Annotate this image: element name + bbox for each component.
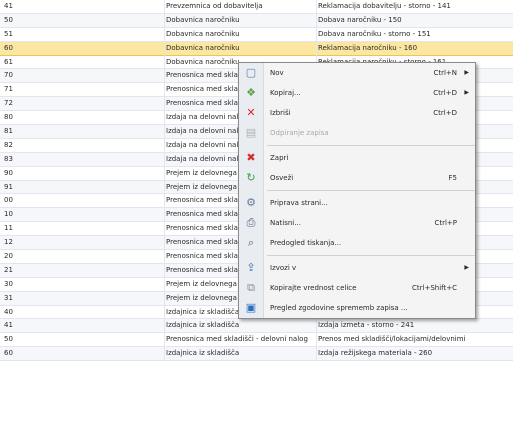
page-setup-icon: ⚙ (246, 196, 256, 209)
open-record-icon: ▤ (245, 126, 257, 139)
cell-code[interactable]: 11 (4, 222, 164, 235)
table-row[interactable]: 41 Prevzemnica od dobavitelja Reklamacija … (0, 0, 513, 14)
close-icon: ✖ (246, 151, 256, 164)
menu-item[interactable]: ▢ Nov Ctrl+N ▶ (239, 63, 475, 83)
cell-desc[interactable]: Dobava naročniku - storno - 151 (318, 28, 510, 41)
cell-code[interactable]: 21 (4, 264, 164, 277)
table-row[interactable]: 41 Izdajnica iz skladišča Izdaja izmeta - … (0, 319, 513, 334)
menu-item[interactable]: ⌕ Predogled tiskanja... (239, 233, 475, 253)
cell-code[interactable]: 83 (4, 153, 164, 166)
cell-desc[interactable]: Izdaja izmeta - storno - 241 (318, 319, 510, 332)
cell-code[interactable]: 41 (4, 319, 164, 332)
cell-code[interactable]: 20 (4, 250, 164, 263)
submenu-arrow-icon: ▶ (464, 264, 469, 271)
submenu-arrow-icon: ▶ (464, 89, 469, 96)
cell-code[interactable]: 91 (4, 181, 164, 194)
cell-type[interactable]: Dobavnica naročniku (166, 28, 316, 41)
cell-code[interactable]: 60 (4, 42, 164, 55)
cell-code[interactable]: 90 (4, 167, 164, 180)
cell-code[interactable]: 80 (4, 111, 164, 124)
menu-item-label: Odpiranje zapisa (270, 129, 329, 137)
export-icon: ⇪ (246, 261, 256, 274)
menu-item-label: Predogled tiskanja... (270, 239, 342, 247)
cell-code[interactable]: 50 (4, 333, 164, 346)
menu-item[interactable]: ⧉ Kopirajte vrednost celice Ctrl+Shift+C (239, 278, 475, 298)
menu-item-label: Natisni... (270, 219, 301, 227)
submenu-arrow-icon: ▶ (464, 69, 469, 76)
menu-item[interactable]: ❖ Kopiraj... Ctrl+D ▶ (239, 83, 475, 103)
new-document-icon: ▢ (245, 66, 257, 79)
menu-item-label: Izbriši (270, 109, 291, 117)
menu-item-label: Izvozi v (270, 264, 297, 272)
menu-item-label: Priprava strani... (270, 199, 328, 207)
cell-code[interactable]: 30 (4, 278, 164, 291)
cell-code[interactable]: 12 (4, 236, 164, 249)
menu-item[interactable]: ⇪ Izvozi v ▶ (239, 258, 475, 278)
column-divider (164, 0, 165, 362)
table-row[interactable]: 50 Prenosnica med skladišči - delovni nal… (0, 333, 513, 348)
cell-code[interactable]: 40 (4, 306, 164, 319)
menu-item[interactable]: ▣ Pregled zgodovine sprememb zapisa ... (239, 298, 475, 318)
cell-code[interactable]: 10 (4, 208, 164, 221)
menu-item-label: Zapri (270, 154, 289, 162)
menu-item[interactable]: ⎙ Natisni... Ctrl+P (239, 213, 475, 233)
history-icon: ▣ (245, 301, 257, 314)
menu-item: ▤ Odpiranje zapisa (239, 123, 475, 143)
table-row[interactable]: 50 Dobavnica naročniku Dobava naročniku - … (0, 13, 513, 28)
cell-code[interactable]: 72 (4, 97, 164, 110)
menu-item-shortcut: Ctrl+Shift+C (412, 284, 457, 292)
cell-code[interactable]: 50 (4, 14, 164, 27)
cell-type[interactable]: Prevzemnica od dobavitelja (166, 0, 316, 13)
menu-separator (267, 255, 475, 256)
delete-icon: ✕ (246, 106, 256, 119)
menu-separator (267, 190, 475, 191)
cell-code[interactable]: 70 (4, 69, 164, 82)
cell-code[interactable]: 81 (4, 125, 164, 138)
menu-item-shortcut: Ctrl+P (434, 219, 457, 227)
menu-item-label: Kopirajte vrednost celice (270, 284, 357, 292)
cell-code[interactable]: 31 (4, 292, 164, 305)
cell-code[interactable]: 61 (4, 56, 164, 69)
copy-icon: ❖ (246, 86, 256, 99)
menu-item-shortcut: Ctrl+N (433, 69, 457, 77)
cell-desc[interactable]: Prenos med skladišči/lokacijami/delovnim… (318, 333, 510, 346)
menu-item[interactable]: ✕ Izbriši Ctrl+D (239, 103, 475, 123)
table-row[interactable]: 51 Dobavnica naročniku Dobava naročniku - … (0, 28, 513, 42)
cell-code[interactable]: 60 (4, 347, 164, 360)
cell-code[interactable]: 82 (4, 139, 164, 152)
menu-item[interactable]: ⚙ Priprava strani... (239, 193, 475, 213)
menu-item-label: Osveži (270, 174, 294, 182)
print-icon: ⎙ (246, 216, 256, 229)
menu-item-shortcut: Ctrl+D (433, 89, 457, 97)
cell-desc[interactable]: Izdaja režijskega materiala - 260 (318, 347, 510, 360)
cell-desc[interactable]: Dobava naročniku - 150 (318, 14, 510, 27)
cell-type[interactable]: Prenosnica med skladišči - delovni nalog (166, 333, 316, 346)
cell-code[interactable]: 71 (4, 83, 164, 96)
menu-item-shortcut: Ctrl+D (433, 109, 457, 117)
cell-type[interactable]: Izdajnica iz skladišča (166, 319, 316, 332)
cell-code[interactable]: 51 (4, 28, 164, 41)
table-row[interactable]: 60 Izdajnica iz skladišča Izdaja režijskeg… (0, 347, 513, 362)
menu-item-label: Pregled zgodovine sprememb zapisa ... (270, 304, 408, 312)
copy-cell-icon: ⧉ (247, 281, 255, 294)
cell-type[interactable]: Dobavnica naročniku (166, 14, 316, 27)
print-preview-icon: ⌕ (247, 236, 255, 249)
menu-item[interactable]: ↻ Osveži F5 (239, 168, 475, 188)
menu-item-shortcut: F5 (448, 174, 457, 182)
context-menu: ▢ Nov Ctrl+N ▶ ❖ Kopiraj... Ctrl+D ▶ ✕ Izbriši Ctr… (238, 62, 476, 319)
cell-code[interactable]: 41 (4, 0, 164, 13)
menu-separator (267, 145, 475, 146)
cell-desc[interactable]: Reklamacija naročniku - 160 (318, 42, 510, 55)
refresh-icon: ↻ (246, 171, 256, 184)
menu-item-label: Kopiraj... (270, 89, 301, 97)
menu-item-label: Nov (270, 69, 284, 77)
cell-code[interactable]: 00 (4, 194, 164, 207)
cell-desc[interactable]: Reklamacija dobavitelju - storno - 141 (318, 0, 510, 13)
menu-item[interactable]: ✖ Zapri (239, 148, 475, 168)
cell-type[interactable]: Dobavnica naročniku (166, 42, 316, 55)
table-row[interactable]: 60 Dobavnica naročniku Reklamacija naročni… (0, 41, 513, 56)
cell-type[interactable]: Izdajnica iz skladišča (166, 347, 316, 360)
